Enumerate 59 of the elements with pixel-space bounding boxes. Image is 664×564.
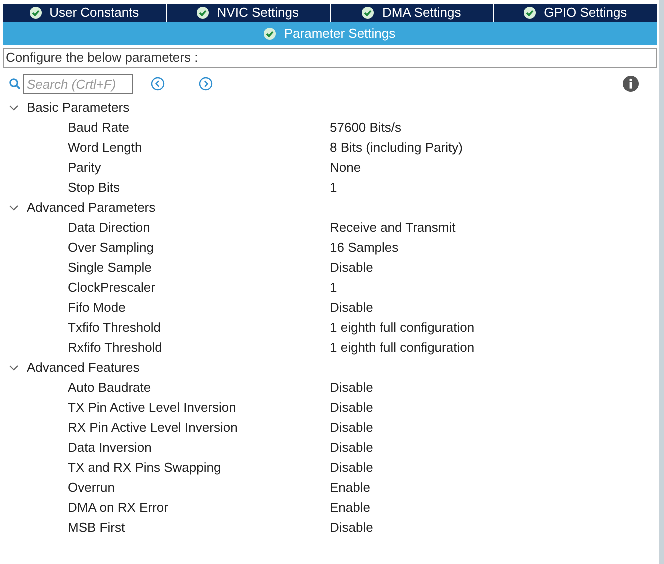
parameter-name: Word Length [68,139,144,158]
parameter-name: Txfifo Threshold [68,319,162,338]
tab[interactable]: GPIO Settings [494,4,657,22]
parameter-name: Data Direction [68,219,152,238]
info-icon[interactable] [623,76,639,92]
tab[interactable]: DMA Settings [330,4,494,22]
parameter-value: Disable [330,379,374,398]
tab[interactable]: NVIC Settings [166,4,330,22]
check-icon [197,7,210,19]
parameter-name: Baud Rate [68,119,130,138]
parameter-value: 16 Samples [330,239,399,258]
group-header[interactable]: Advanced Parameters [3,198,657,218]
check-icon [264,28,276,40]
parameter-name: Over Sampling [68,239,155,258]
parameter-name: TX and RX Pins Swapping [68,459,222,478]
parameter-name: Single Sample [68,259,153,278]
chevron-icon [9,203,19,213]
parameter-value: 57600 Bits/s [330,119,402,138]
parameter-name: ClockPrescaler [68,279,156,298]
parameter-value: Disable [330,399,374,418]
description-field: Configure the below parameters : [3,48,657,68]
parameter-name: DMA on RX Error [68,499,170,518]
parameter-name: RX Pin Active Level Inversion [68,419,239,438]
parameter-value: None [330,159,362,178]
parameter-value: 1 eighth full configuration [330,319,475,338]
check-icon [30,7,42,19]
check-icon [524,7,536,19]
parameter-value: Disable [330,259,374,278]
chevron-icon [9,363,19,373]
parameter-name: Rxfifo Threshold [68,339,164,358]
parameter-name: Overrun [68,479,116,498]
parameter-value: Disable [330,459,374,478]
parameter-value: Disable [330,519,374,538]
parameter-value: 1 eighth full configuration [330,339,475,358]
parameter-name: Stop Bits [68,179,122,198]
chevron-icon [9,103,19,113]
parameter-value: Disable [330,439,374,458]
search-icon [9,78,21,90]
parameter-name: Fifo Mode [68,299,127,318]
group-header[interactable]: Basic Parameters [3,98,657,118]
parameter-value: 1 [330,279,338,298]
parameter-name: Auto Baudrate [68,379,152,398]
parameter-value: 1 [330,179,338,198]
check-icon [362,7,374,19]
parameter-value: Enable [330,499,370,518]
previous-icon[interactable] [151,77,165,91]
parameter-name: MSB First [68,519,126,538]
next-icon[interactable] [199,77,213,91]
parameter-value: 8 Bits (including Parity) [330,139,463,158]
tab[interactable]: User Constants [3,4,166,22]
search-field[interactable]: Search (Crtl+F) [23,74,133,94]
parameter-value: Disable [330,299,374,318]
parameter-value: Disable [330,419,374,438]
parameter-name: Parity [68,159,102,178]
parameter-name: TX Pin Active Level Inversion [68,399,238,418]
parameter-value: Receive and Transmit [330,219,456,238]
parameter-value: Enable [330,479,370,498]
group-header[interactable]: Advanced Features [3,358,657,378]
parameter-name: Data Inversion [68,439,153,458]
